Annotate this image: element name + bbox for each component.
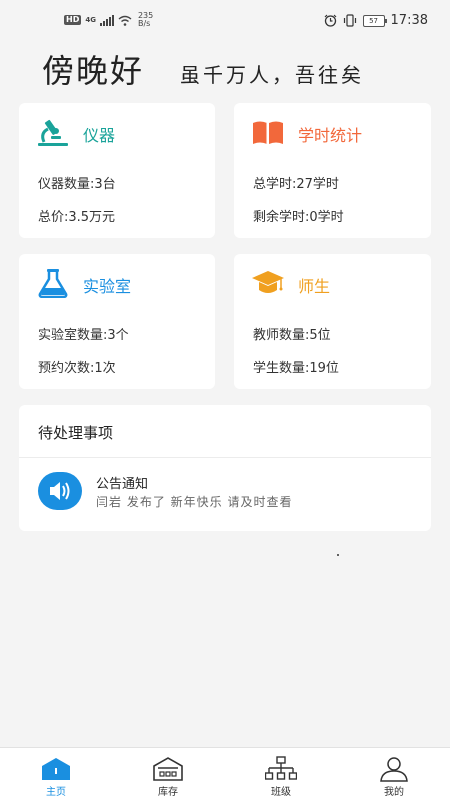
- instrument-count: 仪器数量:3台: [38, 177, 116, 192]
- notice-text: 闫岩 发布了 新年快乐 请及时查看: [96, 495, 293, 509]
- instrument-card[interactable]: 仪器 仪器数量:3台 总价:3.5万元: [19, 103, 215, 238]
- hd-badge: HD: [64, 15, 82, 25]
- alarm-icon: [324, 14, 336, 27]
- card-title: 实验室: [83, 277, 132, 296]
- vibrate-icon: [343, 14, 356, 27]
- people-card[interactable]: 师生 教师数量:5位 学生数量:19位: [234, 254, 431, 389]
- greeting-title: 傍晚好: [42, 52, 145, 90]
- dot-mark: [337, 554, 339, 556]
- battery-icon: 57: [362, 14, 387, 27]
- warehouse-icon: [153, 757, 183, 781]
- status-time: 17:38: [390, 13, 428, 28]
- lab-count: 实验室数量:3个: [38, 328, 129, 343]
- status-bar: HD 4G 235 B/s 57 17:38: [0, 0, 450, 40]
- graduation-cap-icon: [252, 271, 284, 293]
- card-title: 学时统计: [298, 126, 363, 145]
- tab-mine[interactable]: 我的: [338, 748, 450, 801]
- wifi-icon: [118, 15, 132, 26]
- tab-label: 班级: [271, 787, 291, 798]
- tab-inventory[interactable]: 库存: [112, 748, 224, 801]
- org-chart-icon: [265, 756, 297, 780]
- flask-icon: [38, 269, 68, 298]
- tab-label: 库存: [158, 787, 178, 798]
- motto-text: 虽千万人，吾往矣: [180, 63, 364, 87]
- home-icon: [42, 758, 70, 780]
- teacher-count: 教师数量:5位: [253, 328, 331, 343]
- status-left: HD 4G 235 B/s: [64, 12, 153, 28]
- tab-label: 主页: [46, 787, 66, 798]
- user-icon: [380, 757, 408, 782]
- book-icon: [253, 121, 283, 144]
- instrument-total-price: 总价:3.5万元: [38, 210, 116, 225]
- status-right: 57 17:38: [324, 13, 428, 28]
- microscope-icon: [38, 119, 68, 146]
- tab-label: 我的: [384, 787, 404, 798]
- hours-card[interactable]: 学时统计 总学时:27学时 剩余学时:0学时: [234, 103, 431, 238]
- tab-home[interactable]: 主页: [0, 748, 112, 801]
- network-speed: 235 B/s: [138, 12, 153, 28]
- bottom-tab-bar: 主页 库存 班级 我的: [0, 747, 450, 801]
- signal-icon: [99, 14, 114, 26]
- pending-title: 待处理事项: [38, 424, 114, 442]
- total-hours: 总学时:27学时: [253, 177, 339, 192]
- notice-title: 公告通知: [96, 477, 149, 492]
- tab-class[interactable]: 班级: [225, 748, 337, 801]
- remaining-hours: 剩余学时:0学时: [253, 210, 344, 225]
- card-title: 师生: [298, 277, 331, 296]
- pending-panel: 待处理事项 公告通知 闫岩 发布了 新年快乐 请及时查看: [19, 405, 431, 531]
- student-count: 学生数量:19位: [253, 361, 339, 376]
- speaker-icon: [50, 482, 70, 500]
- network-type: 4G: [85, 16, 96, 24]
- divider: [19, 457, 431, 458]
- booking-count: 预约次数:1次: [38, 361, 116, 376]
- notice-icon-badge: [38, 472, 82, 510]
- lab-card[interactable]: 实验室 实验室数量:3个 预约次数:1次: [19, 254, 215, 389]
- card-title: 仪器: [83, 126, 116, 145]
- speed-unit: B/s: [137, 19, 151, 28]
